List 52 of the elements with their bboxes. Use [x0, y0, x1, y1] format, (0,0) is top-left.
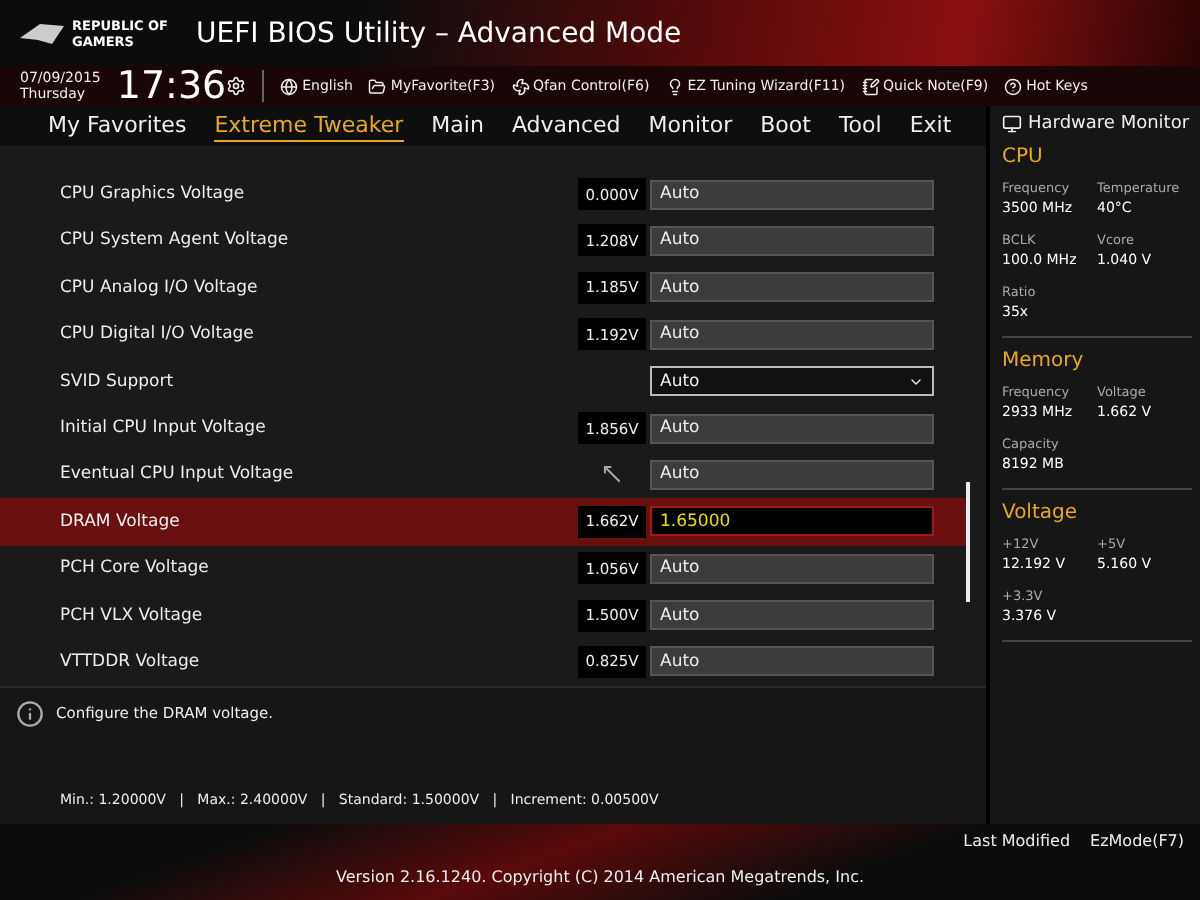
info-icon [16, 699, 44, 728]
section-title: Memory [1002, 350, 1086, 372]
input-field[interactable]: Auto [650, 646, 934, 677]
setting-row[interactable]: SVID Support Auto [0, 357, 970, 405]
input-field[interactable]: Auto [650, 459, 934, 490]
setting-label: Initial CPU Input Voltage [60, 418, 268, 439]
scrollbar[interactable] [966, 482, 970, 603]
setting-row[interactable]: Eventual CPU Input Voltage Auto [0, 451, 970, 499]
input-field[interactable]: 1.65000 [650, 506, 934, 537]
fan-icon [511, 77, 530, 95]
section-title: Voltage [1002, 502, 1080, 524]
input-field[interactable]: Auto [650, 600, 934, 631]
footer-button[interactable]: EzMode(F7) [1090, 832, 1184, 850]
setting-label: Eventual CPU Input Voltage [60, 464, 296, 485]
input-field[interactable]: Auto [650, 272, 934, 303]
setting-label: PCH Core Voltage [60, 558, 211, 579]
setting-label: CPU Graphics Voltage [60, 184, 247, 205]
menu-tab[interactable]: Boot [760, 111, 811, 142]
setting-label: SVID Support [60, 371, 176, 392]
setting-label: VTTDDR Voltage [60, 651, 202, 672]
setting-label: DRAM Voltage [60, 511, 182, 532]
logo-icon [20, 21, 64, 45]
input-field[interactable]: Auto [650, 553, 934, 584]
menu-tab[interactable]: My Favorites [48, 111, 187, 142]
input-field[interactable]: Auto [650, 413, 934, 444]
section-title: CPU [1002, 146, 1045, 168]
version-text: Version 2.16.1240. Copyright (C) 2014 American Megatrends, Inc. [335, 867, 865, 885]
input-field[interactable]: Auto [650, 319, 934, 350]
note-icon [861, 77, 880, 95]
lightbulb-icon [665, 77, 684, 95]
globe-icon [280, 77, 299, 95]
setting-label: CPU Digital I/O Voltage [60, 324, 256, 345]
settings-icon[interactable] [226, 76, 247, 96]
setting-label: PCH VLX Voltage [60, 605, 205, 626]
folder-icon [368, 77, 387, 95]
help-icon [1004, 77, 1023, 95]
window-title: UEFI BIOS Utility – Advanced Mode [196, 17, 682, 49]
menu-tab[interactable]: Tool [838, 111, 882, 142]
menu-tab[interactable]: Exit [909, 111, 952, 142]
clock-text: 17:36 [116, 64, 227, 108]
menu-tab[interactable]: Advanced [511, 111, 621, 142]
setting-label: CPU Analog I/O Voltage [60, 277, 260, 298]
input-field[interactable]: Auto [650, 225, 934, 256]
input-field[interactable]: Auto [650, 179, 934, 210]
dropdown[interactable]: Auto [650, 366, 934, 397]
panel-title: Hardware Monitor [1028, 114, 1190, 134]
menu-tab[interactable]: Main [431, 111, 484, 142]
menu-tab[interactable]: Monitor [648, 111, 733, 142]
menu-tab[interactable]: Extreme Tweaker [214, 111, 404, 142]
monitor-icon [1002, 114, 1022, 134]
footer-button[interactable]: Last Modified [963, 832, 1071, 850]
setting-label: CPU System Agent Voltage [60, 230, 291, 251]
